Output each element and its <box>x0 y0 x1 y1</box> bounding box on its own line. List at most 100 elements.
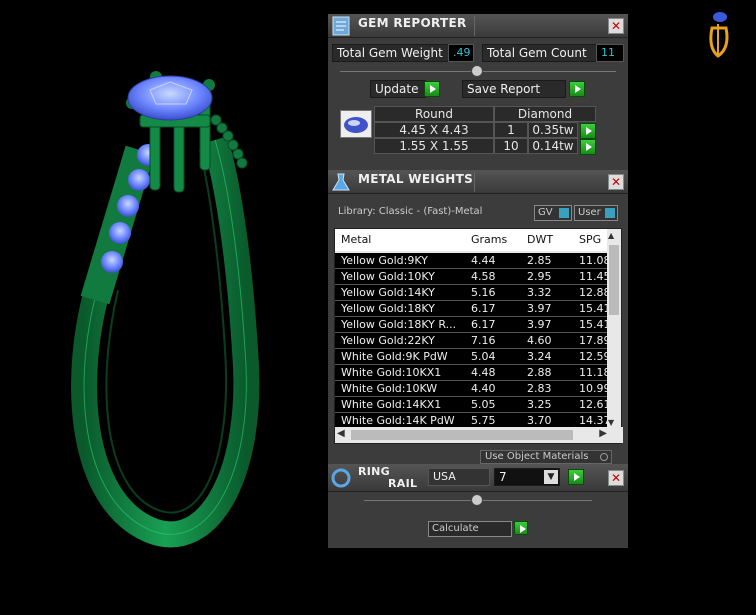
ring-size-icon <box>331 468 351 488</box>
metal-weights-titlebar[interactable]: METAL WEIGHTS ✕ <box>328 170 628 194</box>
metal-table-header: Metal Grams DWT SPG <box>335 229 607 251</box>
metal-table-row[interactable]: Yellow Gold:22KY 7.16 4.60 17.89 <box>335 333 609 349</box>
metal-spg: 11.45 <box>579 270 609 283</box>
calculate-go-icon[interactable] <box>514 521 528 535</box>
metal-table-row[interactable]: Yellow Gold:10KY 4.58 2.95 11.45 <box>335 269 609 285</box>
ring-rail-slider-knob[interactable] <box>471 494 483 506</box>
scroll-left-icon[interactable]: ◀ <box>337 428 345 439</box>
metal-name: White Gold:10KX1 <box>341 366 442 379</box>
metal-spg: 15.41 <box>579 318 609 331</box>
col-spg[interactable]: SPG <box>579 233 601 246</box>
vertical-scrollbar[interactable]: ▲ ▼ <box>607 229 621 429</box>
title-divider <box>474 172 475 192</box>
metal-dwt: 2.95 <box>527 270 552 283</box>
metal-weights-title: METAL WEIGHTS <box>358 172 474 186</box>
gem-row-go-icon[interactable] <box>580 123 596 139</box>
metal-grams: 6.17 <box>471 318 496 331</box>
user-label: User <box>578 207 601 218</box>
metal-dwt: 2.88 <box>527 366 552 379</box>
ring-rail-go-icon[interactable] <box>568 469 584 485</box>
metal-name: White Gold:14KX1 <box>341 398 442 411</box>
metal-name: Yellow Gold:9KY <box>341 254 428 267</box>
metal-name: White Gold:10KW <box>341 382 438 395</box>
metal-dwt: 3.24 <box>527 350 552 363</box>
metal-name: Yellow Gold:18KY <box>341 302 435 315</box>
metal-spg: 12.88 <box>579 286 609 299</box>
section-slider-knob[interactable] <box>471 65 483 77</box>
gem-reporter-titlebar[interactable]: GEM REPORTER ✕ <box>328 14 628 38</box>
metal-dwt: 3.25 <box>527 398 552 411</box>
metal-grams: 5.75 <box>471 414 496 427</box>
chevron-down-icon[interactable]: ▼ <box>544 470 558 484</box>
metal-table-row[interactable]: Yellow Gold:18KY R... 6.17 3.97 15.41 <box>335 317 609 333</box>
metal-dwt: 3.97 <box>527 302 552 315</box>
round-gem-icon <box>340 110 372 138</box>
metal-spg: 12.59 <box>579 350 609 363</box>
total-gem-weight-value: .49 <box>448 44 474 62</box>
gv-toggle[interactable]: GV <box>534 205 572 221</box>
metal-name: Yellow Gold:18KY R... <box>341 318 457 331</box>
app-logo-icon <box>709 12 729 58</box>
user-toggle[interactable]: User <box>574 205 618 221</box>
col-grams[interactable]: Grams <box>471 233 507 246</box>
metal-dwt: 3.32 <box>527 286 552 299</box>
scroll-down-icon[interactable]: ▼ <box>608 418 614 427</box>
metal-dwt: 2.85 <box>527 254 552 267</box>
metal-weights-table[interactable]: Metal Grams DWT SPG Yellow Gold:9KY 4.44 2… <box>334 228 623 444</box>
gem-row-weight: 0.35tw <box>528 122 578 138</box>
metal-spg: 10.99 <box>579 382 609 395</box>
library-label: Library: Classic - (Fast)-Metal <box>338 206 483 217</box>
metal-spg: 11.08 <box>579 254 609 267</box>
gem-row-count: 10 <box>494 138 528 154</box>
metal-grams: 4.40 <box>471 382 496 395</box>
use-object-materials-toggle[interactable]: Use Object Materials <box>480 450 612 464</box>
calculate-button[interactable]: Calculate <box>428 521 512 537</box>
gem-type-header: Diamond <box>494 106 596 122</box>
col-metal[interactable]: Metal <box>341 233 371 246</box>
update-button[interactable]: Update <box>370 80 426 98</box>
metal-table-row[interactable]: White Gold:10KW 4.40 2.83 10.99 <box>335 381 609 397</box>
metal-spg: 15.41 <box>579 302 609 315</box>
metal-name: White Gold:9K PdW <box>341 350 448 363</box>
close-icon[interactable]: ✕ <box>608 174 624 190</box>
scroll-thumb[interactable] <box>609 245 619 315</box>
gem-shape-header: Round <box>374 106 494 122</box>
metal-name: Yellow Gold:22KY <box>341 334 435 347</box>
metal-spg: 14.37 <box>579 414 609 427</box>
radio-icon <box>600 453 608 461</box>
side-panel: GEM REPORTER ✕ Total Gem Weight .49 Tota… <box>328 14 628 548</box>
gem-row-go-icon[interactable] <box>580 139 596 155</box>
country-field[interactable]: USA <box>428 468 490 486</box>
close-icon[interactable]: ✕ <box>608 18 624 34</box>
metal-table-row[interactable]: White Gold:14KX1 5.05 3.25 12.61 <box>335 397 609 413</box>
metal-grams: 5.16 <box>471 286 496 299</box>
metal-name: Yellow Gold:14KY <box>341 286 435 299</box>
close-icon[interactable]: ✕ <box>608 470 624 486</box>
metal-dwt: 3.70 <box>527 414 552 427</box>
ring-rail-titlebar[interactable]: RING RAIL USA 7 ▼ ✕ <box>328 464 628 492</box>
col-dwt[interactable]: DWT <box>527 233 553 246</box>
metal-table-row[interactable]: Yellow Gold:14KY 5.16 3.32 12.88 <box>335 285 609 301</box>
title-divider <box>474 16 475 36</box>
metal-grams: 4.58 <box>471 270 496 283</box>
save-report-button[interactable]: Save Report <box>462 80 566 98</box>
metal-table-row[interactable]: Yellow Gold:9KY 4.44 2.85 11.08 <box>335 253 609 269</box>
metal-grams: 6.17 <box>471 302 496 315</box>
metal-table-row[interactable]: Yellow Gold:18KY 6.17 3.97 15.41 <box>335 301 609 317</box>
hscroll-thumb[interactable] <box>351 430 573 440</box>
metal-table-row[interactable]: White Gold:9K PdW 5.04 3.24 12.59 <box>335 349 609 365</box>
horizontal-scrollbar[interactable]: ◀ ▶ <box>335 427 623 443</box>
ring-rail-title-1: RING <box>358 465 390 478</box>
metal-dwt: 3.97 <box>527 318 552 331</box>
scroll-right-icon[interactable]: ▶ <box>599 428 607 439</box>
metal-grams: 4.48 <box>471 366 496 379</box>
metal-dwt: 2.83 <box>527 382 552 395</box>
ring-size-select[interactable]: 7 ▼ <box>494 468 560 486</box>
scroll-up-icon[interactable]: ▲ <box>608 231 614 240</box>
gem-reporter-title: GEM REPORTER <box>358 16 467 30</box>
ring-size-value: 7 <box>499 470 507 484</box>
save-report-go-icon[interactable] <box>569 81 585 97</box>
metal-spg: 17.89 <box>579 334 609 347</box>
metal-table-row[interactable]: White Gold:10KX1 4.48 2.88 11.18 <box>335 365 609 381</box>
update-go-icon[interactable] <box>424 81 440 97</box>
